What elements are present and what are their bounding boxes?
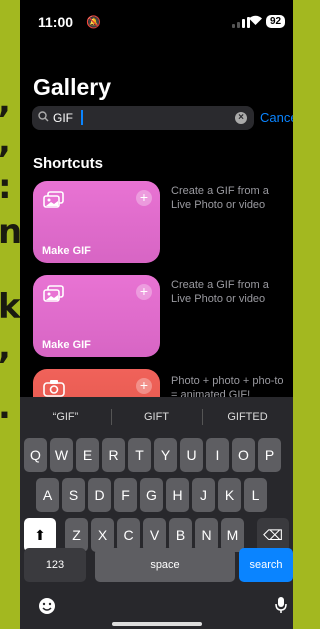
key-t[interactable]: T <box>128 438 151 472</box>
key-z[interactable]: Z <box>65 518 88 552</box>
key-q[interactable]: Q <box>24 438 47 472</box>
key-a[interactable]: A <box>36 478 59 512</box>
key-j[interactable]: J <box>192 478 215 512</box>
key-u[interactable]: U <box>180 438 203 472</box>
search-key[interactable]: search <box>239 548 293 582</box>
key-b[interactable]: B <box>169 518 192 552</box>
space-key[interactable]: space <box>95 548 235 582</box>
key-i[interactable]: I <box>206 438 229 472</box>
add-shortcut-button[interactable]: + <box>136 190 152 206</box>
shortcut-card-make-gif[interactable]: + Make GIF <box>33 181 160 263</box>
key-c[interactable]: C <box>117 518 140 552</box>
key-x[interactable]: X <box>91 518 114 552</box>
add-shortcut-button[interactable]: + <box>136 284 152 300</box>
background-char: , <box>0 124 11 158</box>
background-char: . <box>0 390 11 424</box>
phone-screen: 11:00 🔕 92 Gallery GIF × Cancel Shortcut… <box>20 0 293 629</box>
key-m[interactable]: M <box>221 518 244 552</box>
background-char: , <box>0 84 11 118</box>
page-title: Gallery <box>33 74 111 100</box>
background-char: : <box>0 170 12 204</box>
delete-key[interactable]: ⌫ <box>257 518 289 552</box>
battery-indicator: 92 <box>266 15 286 28</box>
key-k[interactable]: K <box>218 478 241 512</box>
key-f[interactable]: F <box>114 478 137 512</box>
microphone-icon[interactable] <box>275 596 287 619</box>
key-l[interactable]: L <box>244 478 267 512</box>
photos-icon <box>43 191 65 214</box>
key-e[interactable]: E <box>76 438 99 472</box>
key-o[interactable]: O <box>232 438 255 472</box>
silent-bell-icon: 🔕 <box>86 15 101 29</box>
suggestion-divider <box>111 409 112 425</box>
suggestion-bar: “GIF” GIFT GIFTED <box>20 397 293 437</box>
key-y[interactable]: Y <box>154 438 177 472</box>
key-g[interactable]: G <box>140 478 163 512</box>
search-input[interactable]: GIF × <box>32 106 254 130</box>
keyboard: “GIF” GIFT GIFTED Q W E R T Y U I O P A … <box>20 397 293 629</box>
search-query: GIF <box>53 111 73 125</box>
home-indicator <box>112 622 202 626</box>
suggestion-divider <box>202 409 203 425</box>
photos-icon <box>43 285 65 308</box>
key-r[interactable]: R <box>102 438 125 472</box>
clear-icon[interactable]: × <box>235 112 247 124</box>
shortcut-card-make-gif[interactable]: + Make GIF <box>33 275 160 357</box>
background-char: k <box>0 287 21 327</box>
background-char: n <box>0 212 22 252</box>
suggestion-item[interactable]: GIFTED <box>202 397 293 437</box>
shift-key[interactable]: ⬆ <box>24 518 56 552</box>
key-p[interactable]: P <box>258 438 281 472</box>
suggestion-item[interactable]: “GIF” <box>20 397 111 437</box>
wifi-icon <box>248 13 263 29</box>
cancel-button[interactable]: Cancel <box>260 110 293 125</box>
section-title: Shortcuts <box>33 155 104 172</box>
emoji-icon[interactable] <box>38 597 56 620</box>
key-n[interactable]: N <box>195 518 218 552</box>
key-d[interactable]: D <box>88 478 111 512</box>
key-h[interactable]: H <box>166 478 189 512</box>
search-icon <box>38 110 49 125</box>
status-time: 11:00 <box>38 14 74 30</box>
numbers-key[interactable]: 123 <box>24 548 86 582</box>
key-s[interactable]: S <box>62 478 85 512</box>
shortcut-name: Make GIF <box>42 245 91 257</box>
background-text: , , : n k , . <box>0 0 22 629</box>
background-char: , <box>0 330 11 364</box>
shortcut-description: Create a GIF from a Live Photo or video <box>171 279 269 305</box>
suggestion-item[interactable]: GIFT <box>111 397 202 437</box>
add-shortcut-button[interactable]: + <box>136 378 152 394</box>
key-w[interactable]: W <box>50 438 73 472</box>
key-v[interactable]: V <box>143 518 166 552</box>
shortcut-description: Create a GIF from a Live Photo or video <box>171 185 269 211</box>
shortcut-name: Make GIF <box>42 339 91 351</box>
status-bar: 11:00 🔕 92 <box>20 14 293 34</box>
text-cursor <box>81 110 83 125</box>
